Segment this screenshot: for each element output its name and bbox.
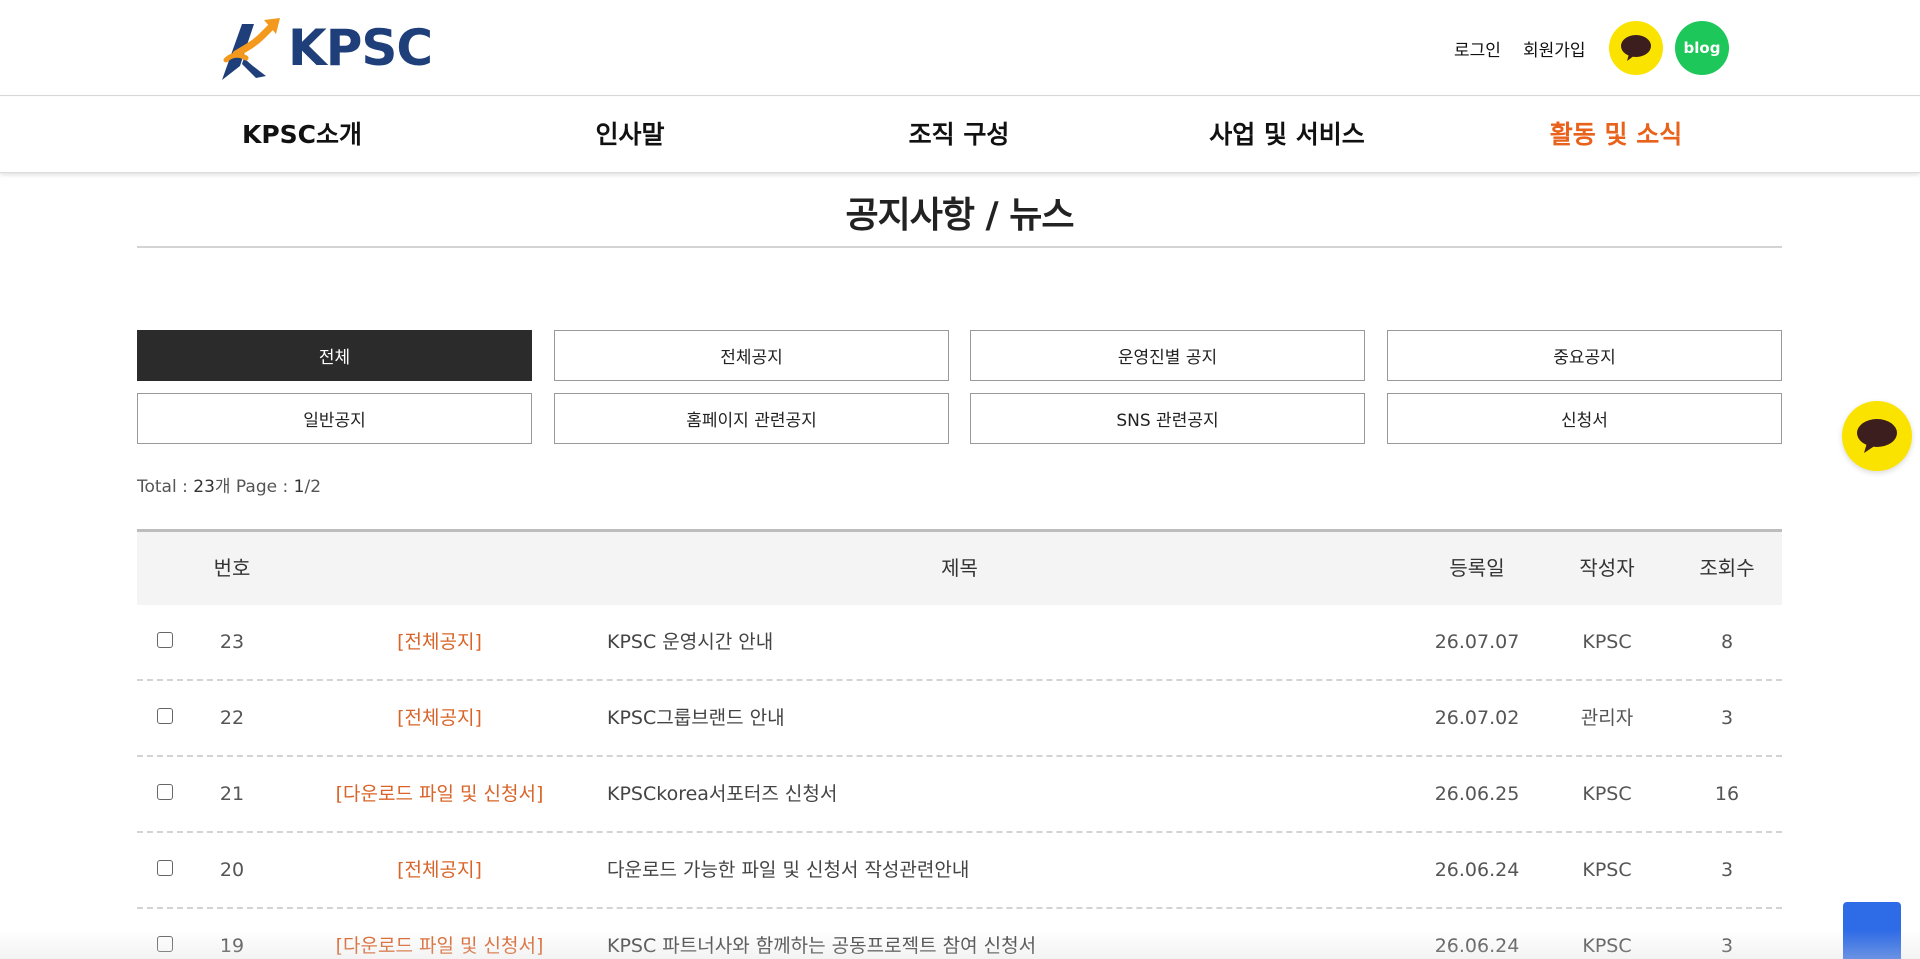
row-number: 22 [219, 707, 245, 729]
row-category-link[interactable]: [전체공지] [302, 605, 577, 679]
total-count: 23 [193, 477, 215, 497]
row-subject-link[interactable]: KPSC 파트너사와 함께하는 공동프로젝트 참여 신청서 [607, 909, 1407, 959]
row-number: 19 [219, 935, 245, 957]
total-label: Total : [137, 477, 194, 497]
row-category-link[interactable]: [전체공지] [302, 681, 577, 755]
table-row: 23 [전체공지] KPSC 운영시간 안내 26.07.07 KPSC 8 [137, 605, 1782, 681]
count-unit: 개 [214, 477, 231, 497]
row-date: 26.07.07 [1434, 631, 1520, 653]
filter-sns-notice[interactable]: SNS 관련공지 [970, 393, 1365, 444]
page-current: 1 [293, 477, 305, 497]
row-date: 26.06.24 [1434, 935, 1520, 957]
row-checkbox[interactable] [157, 708, 173, 724]
post-count-summary: Total : 23개 Page : 1/2 [137, 472, 321, 497]
row-subject-link[interactable]: KPSCkorea서포터즈 신청서 [607, 757, 1407, 831]
table-row: 22 [전체공지] KPSC그룹브랜드 안내 26.07.02 관리자 3 [137, 681, 1782, 757]
filter-all-notice[interactable]: 전체공지 [554, 330, 949, 381]
row-views: 3 [1720, 859, 1734, 881]
scroll-top-button[interactable] [1843, 902, 1901, 959]
page-total: /2 [304, 477, 322, 497]
table-row: 20 [전체공지] 다운로드 가능한 파일 및 신청서 작성관련안내 26.06… [137, 833, 1782, 909]
row-writer: KPSC [1582, 783, 1632, 805]
page-title: 공지사항 / 뉴스 [845, 195, 1075, 236]
header-views: 조회수 [1699, 556, 1755, 580]
filter-important-notice[interactable]: 중요공지 [1387, 330, 1782, 381]
row-subject-link[interactable]: KPSC 운영시간 안내 [607, 605, 1407, 679]
row-checkbox[interactable] [157, 784, 173, 800]
row-checkbox[interactable] [157, 936, 173, 952]
kakao-chat-bubble-icon [1621, 35, 1651, 61]
row-category-link[interactable]: [전체공지] [302, 833, 577, 907]
filter-staff-notice[interactable]: 운영진별 공지 [970, 330, 1365, 381]
nav-item-about[interactable]: KPSC소개 [142, 97, 462, 173]
row-views: 8 [1720, 631, 1734, 653]
row-views: 3 [1720, 707, 1734, 729]
row-number: 21 [219, 783, 245, 805]
row-checkbox[interactable] [157, 632, 173, 648]
filter-all[interactable]: 전체 [137, 330, 532, 381]
table-header: 번호 제목 등록일 작성자 조회수 [137, 529, 1782, 605]
logo-text: KPSC [288, 19, 433, 77]
row-checkbox[interactable] [157, 860, 173, 876]
kpsc-logo-icon [222, 18, 280, 80]
row-date: 26.06.24 [1434, 859, 1520, 881]
site-header: KPSC 로그인 회원가입 blog [0, 0, 1920, 96]
header-writer: 작성자 [1579, 556, 1635, 580]
nav-item-organization[interactable]: 조직 구성 [799, 97, 1119, 173]
row-writer: 관리자 [1580, 707, 1634, 729]
kakao-header-button[interactable] [1609, 21, 1663, 75]
nav-item-news[interactable]: 활동 및 소식 [1456, 97, 1776, 173]
header-date: 등록일 [1449, 556, 1505, 580]
filter-general-notice[interactable]: 일반공지 [137, 393, 532, 444]
login-link[interactable]: 로그인 [1454, 36, 1501, 61]
row-date: 26.06.25 [1434, 783, 1520, 805]
row-number: 23 [219, 631, 245, 653]
title-divider [137, 246, 1782, 248]
main-nav: KPSC소개 인사말 조직 구성 사업 및 서비스 활동 및 소식 [0, 97, 1920, 173]
row-category-link[interactable]: [다운로드 파일 및 신청서] [302, 909, 577, 959]
join-link[interactable]: 회원가입 [1523, 36, 1586, 61]
blog-button[interactable]: blog [1675, 21, 1729, 75]
site-logo[interactable]: KPSC [216, 14, 433, 82]
row-category-link[interactable]: [다운로드 파일 및 신청서] [302, 757, 577, 831]
nav-item-greeting[interactable]: 인사말 [470, 97, 790, 173]
filter-application[interactable]: 신청서 [1387, 393, 1782, 444]
row-writer: KPSC [1582, 935, 1632, 957]
row-views: 3 [1720, 935, 1734, 957]
row-views: 16 [1714, 783, 1740, 805]
row-writer: KPSC [1582, 631, 1632, 653]
notice-table: 번호 제목 등록일 작성자 조회수 23 [전체공지] KPSC 운영시간 안내… [137, 529, 1782, 959]
row-subject-link[interactable]: KPSC그룹브랜드 안내 [607, 681, 1407, 755]
row-date: 26.07.02 [1434, 707, 1520, 729]
floating-kakao-button[interactable] [1842, 401, 1912, 471]
row-number: 20 [219, 859, 245, 881]
kakao-chat-bubble-icon [1857, 419, 1897, 453]
page-label: Page : [230, 477, 294, 497]
row-writer: KPSC [1582, 859, 1632, 881]
table-row: 21 [다운로드 파일 및 신청서] KPSCkorea서포터즈 신청서 26.… [137, 757, 1782, 833]
table-row: 19 [다운로드 파일 및 신청서] KPSC 파트너사와 함께하는 공동프로젝… [137, 909, 1782, 959]
filter-homepage-notice[interactable]: 홈페이지 관련공지 [554, 393, 949, 444]
nav-item-business[interactable]: 사업 및 서비스 [1127, 97, 1447, 173]
row-subject-link[interactable]: 다운로드 가능한 파일 및 신청서 작성관련안내 [607, 833, 1407, 907]
